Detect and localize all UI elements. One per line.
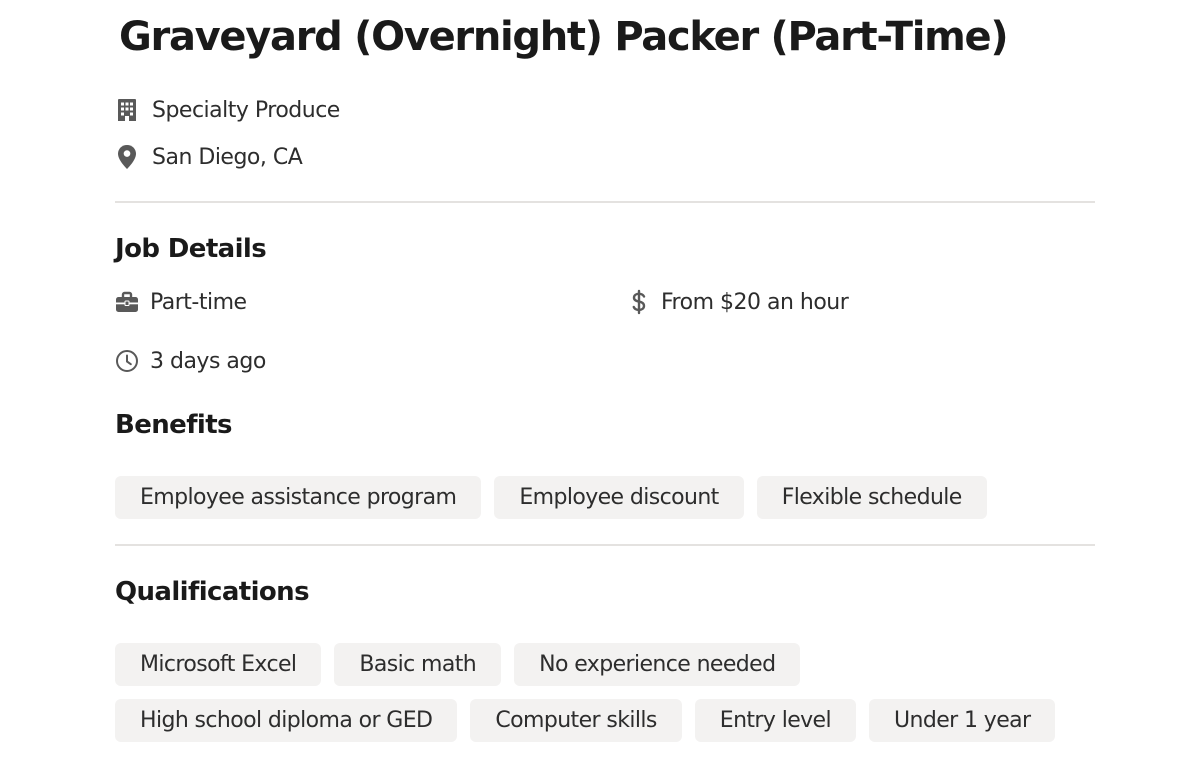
qualifications-heading: Qualifications bbox=[115, 577, 310, 607]
location-text: San Diego, CA bbox=[152, 144, 303, 170]
pay-text: From $20 an hour bbox=[661, 289, 849, 315]
qualification-tag: Basic math bbox=[334, 643, 502, 686]
qualification-tag: Entry level bbox=[694, 699, 857, 742]
job-details-heading: Job Details bbox=[115, 234, 267, 264]
qualification-tag: No experience needed bbox=[514, 643, 801, 686]
location-row: San Diego, CA bbox=[117, 144, 303, 170]
benefit-tag: Employee assistance program bbox=[115, 476, 482, 519]
qualification-tag: Under 1 year bbox=[869, 699, 1056, 742]
company-row: Specialty Produce bbox=[117, 97, 340, 123]
company-name[interactable]: Specialty Produce bbox=[152, 98, 340, 123]
qualification-tag: High school diploma or GED bbox=[115, 699, 458, 742]
location-pin-icon bbox=[117, 144, 143, 170]
benefits-tags: Employee assistance program Employee dis… bbox=[115, 476, 987, 519]
posted-detail: 3 days ago bbox=[115, 348, 266, 374]
benefits-heading: Benefits bbox=[115, 410, 233, 440]
building-icon bbox=[117, 97, 143, 123]
divider bbox=[115, 544, 1095, 546]
dollar-icon bbox=[626, 289, 652, 315]
briefcase-icon bbox=[115, 289, 141, 315]
job-type-text: Part-time bbox=[150, 289, 247, 315]
job-title: Graveyard (Overnight) Packer (Part-Time) bbox=[119, 14, 1009, 60]
job-type-detail: Part-time bbox=[115, 289, 247, 315]
clock-icon bbox=[115, 348, 141, 374]
benefit-tag: Employee discount bbox=[494, 476, 744, 519]
divider bbox=[115, 201, 1095, 203]
benefit-tag: Flexible schedule bbox=[756, 476, 987, 519]
pay-detail: From $20 an hour bbox=[626, 289, 849, 315]
qualifications-tags-row: High school diploma or GED Computer skil… bbox=[115, 699, 1056, 742]
posted-text: 3 days ago bbox=[150, 348, 266, 374]
qualification-tag: Computer skills bbox=[470, 699, 682, 742]
qualifications-tags-row: Microsoft Excel Basic math No experience… bbox=[115, 643, 801, 686]
qualification-tag: Microsoft Excel bbox=[115, 643, 322, 686]
